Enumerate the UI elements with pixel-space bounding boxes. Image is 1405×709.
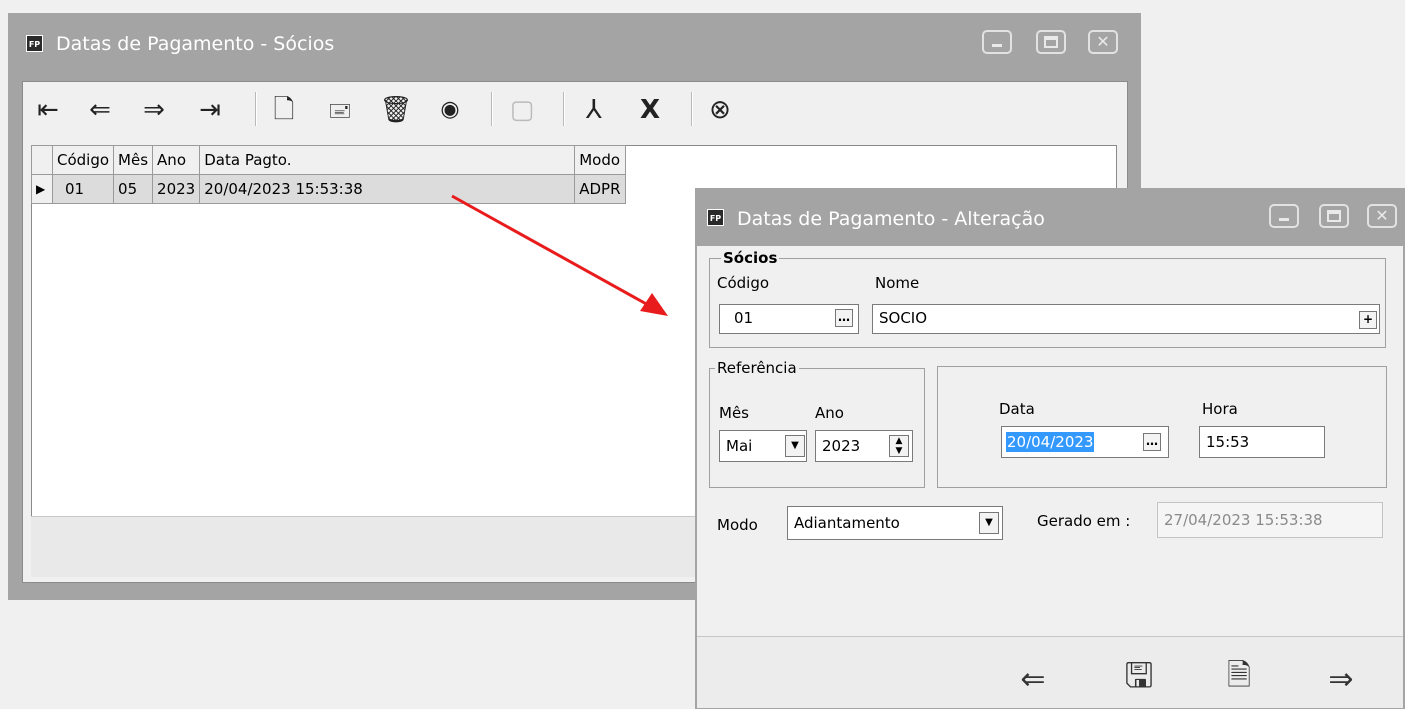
save-icon[interactable]: 🖫 (1117, 656, 1161, 696)
referencia-group (709, 368, 925, 488)
mes-label: Mês (719, 404, 749, 422)
hora-label: Hora (1202, 400, 1238, 418)
cancel-document-icon[interactable]: 🗎 (1217, 656, 1261, 696)
dialog-logo-icon: FP (707, 209, 724, 226)
previous-arrow-icon[interactable]: ⇐ (1011, 660, 1055, 700)
hora-field[interactable]: 15:53 (1199, 426, 1325, 458)
ano-label: Ano (815, 404, 844, 422)
minimize-icon (1271, 206, 1297, 226)
nome-field[interactable]: SOCIO (872, 304, 1380, 334)
modo-label: Modo (717, 516, 758, 534)
nome-add-button[interactable]: + (1359, 311, 1377, 329)
maximize-icon (1321, 206, 1347, 226)
edit-dialog: FP Datas de Pagamento - Alteração ✕ Sóci… (695, 188, 1405, 709)
close-x-icon: ✕ (1375, 206, 1389, 225)
dialog-minimize-button[interactable] (1269, 204, 1299, 228)
next-arrow-icon[interactable]: ⇒ (1319, 660, 1363, 700)
dialog-maximize-button[interactable] (1319, 204, 1349, 228)
data-label: Data (999, 400, 1035, 418)
dialog-titlebar: FP Datas de Pagamento - Alteração ✕ (697, 190, 1403, 246)
dialog-close-button[interactable]: ✕ (1367, 204, 1397, 228)
modo-dropdown-icon[interactable]: ▼ (979, 512, 999, 534)
nome-label: Nome (875, 274, 920, 292)
codigo-label: Código (717, 274, 770, 292)
gerado-em-label: Gerado em : (1037, 512, 1131, 530)
data-value-selected: 20/04/2023 (1006, 432, 1095, 452)
codigo-lookup-button[interactable]: … (835, 309, 853, 327)
dialog-title: Datas de Pagamento - Alteração (737, 208, 1045, 230)
data-picker-button[interactable]: … (1143, 433, 1161, 451)
ano-spin-icon[interactable]: ▲ ▼ (889, 435, 909, 457)
referencia-group-label: Referência (715, 359, 799, 377)
modo-select[interactable]: Adiantamento (787, 506, 1003, 540)
socios-group (709, 258, 1386, 348)
gerado-em-field: 27/04/2023 15:53:38 (1157, 502, 1383, 538)
mes-dropdown-icon[interactable]: ▼ (785, 435, 805, 457)
socios-group-label: Sócios (721, 249, 780, 267)
